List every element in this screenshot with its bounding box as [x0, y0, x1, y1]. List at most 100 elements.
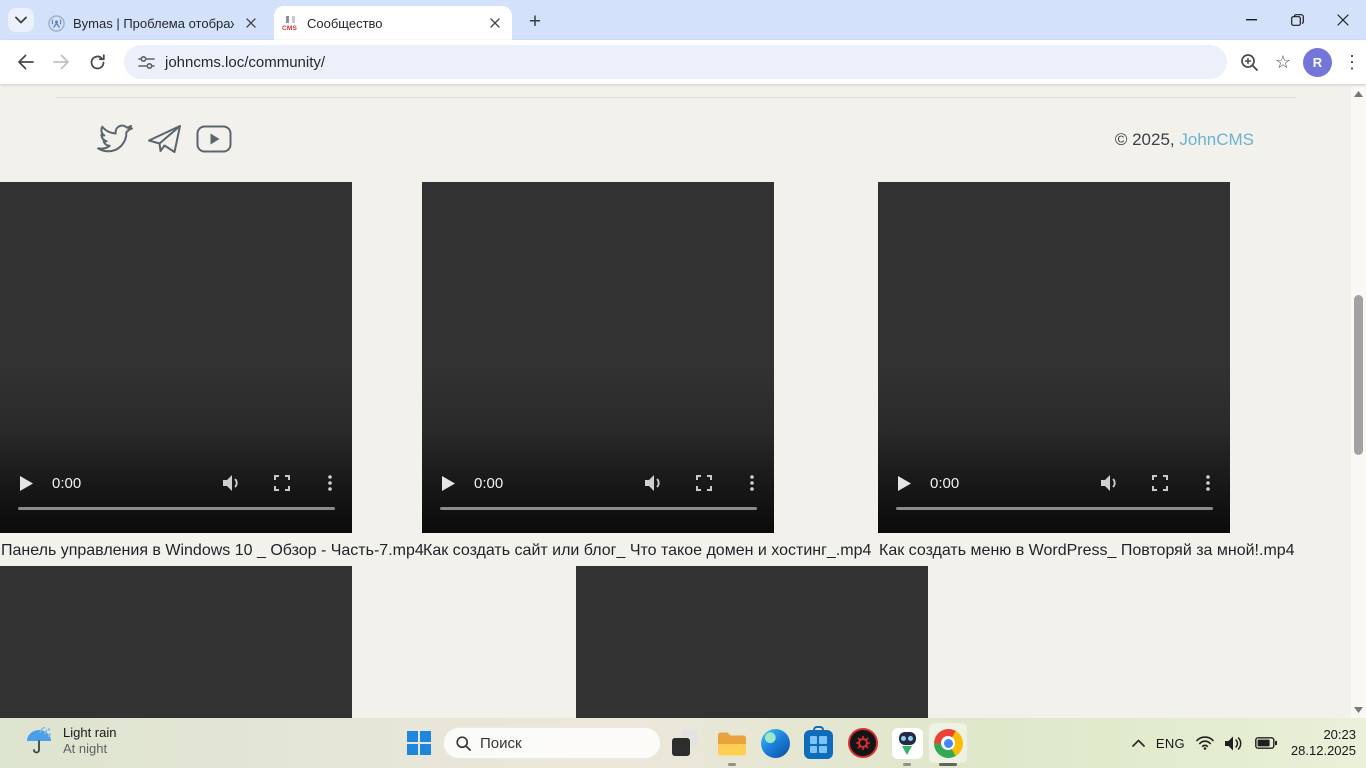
clock-time: 20:23 — [1323, 727, 1356, 743]
restore-icon — [1291, 14, 1304, 26]
twitter-icon[interactable] — [96, 123, 134, 155]
red-emblem-icon — [848, 728, 878, 758]
battery-icon[interactable] — [1255, 737, 1277, 749]
video-filename: Как создать меню в WordPress_ Повторяй з… — [879, 542, 1295, 560]
tab-search-button[interactable] — [8, 8, 34, 32]
play-icon — [20, 476, 33, 491]
scroll-down-button[interactable] — [1351, 703, 1366, 717]
back-button[interactable] — [8, 45, 42, 79]
toolbar-right: ☆ R ⋮ — [1235, 48, 1366, 77]
kebab-icon — [750, 475, 754, 491]
site-settings-icon — [138, 55, 155, 70]
start-button[interactable] — [403, 727, 435, 759]
address-bar[interactable]: johncms.loc/community/ — [124, 45, 1227, 79]
video-progress-bar[interactable] — [440, 507, 757, 510]
triangle-down-icon — [1354, 707, 1363, 713]
search-input[interactable] — [480, 735, 630, 752]
microsoft-store-button[interactable] — [802, 727, 834, 759]
fullscreen-button[interactable] — [274, 475, 290, 491]
mute-button[interactable] — [1101, 475, 1119, 491]
minimize-button[interactable] — [1228, 0, 1274, 40]
explorer-running-indicator — [728, 763, 736, 766]
window-controls — [1228, 0, 1366, 40]
store-icon — [804, 730, 833, 759]
video-overflow-button[interactable] — [1206, 475, 1210, 491]
telegram-icon[interactable] — [147, 122, 183, 156]
video-player-3[interactable]: 0:00 — [878, 182, 1230, 533]
video-overflow-button[interactable] — [328, 475, 332, 491]
forward-button[interactable] — [44, 45, 78, 79]
ospanel-running-indicator — [903, 763, 911, 766]
play-icon — [442, 476, 455, 491]
fullscreen-icon — [274, 475, 290, 491]
language-indicator[interactable]: ENG — [1156, 736, 1185, 751]
johncms-link[interactable]: JohnCMS — [1179, 130, 1254, 149]
video-player-2[interactable]: 0:00 — [422, 182, 774, 533]
robot-icon — [892, 728, 923, 759]
tab-close-button[interactable] — [486, 14, 504, 32]
play-button[interactable] — [20, 476, 33, 491]
video-time: 0:00 — [52, 475, 81, 492]
volume-icon — [645, 475, 663, 491]
video-player-5[interactable] — [576, 566, 928, 718]
scrollbar-thumb[interactable] — [1354, 295, 1363, 455]
tab-bymas[interactable]: Bymas | Проблема отображен — [40, 6, 268, 40]
taskbar-clock[interactable]: 20:23 28.12.2025 — [1291, 727, 1356, 759]
tab-title: Сообщество — [307, 16, 478, 31]
tab-community[interactable]: CMS Сообщество — [274, 6, 512, 40]
mute-button[interactable] — [645, 475, 663, 491]
tab-title: Bymas | Проблема отображен — [73, 16, 234, 31]
close-window-button[interactable] — [1320, 0, 1366, 40]
file-explorer-button[interactable] — [716, 727, 748, 759]
tab-strip: Bymas | Проблема отображен CMS Сообществ… — [0, 0, 1366, 40]
url-text: johncms.loc/community/ — [165, 54, 325, 71]
video-player-4[interactable] — [0, 566, 352, 718]
video-time: 0:00 — [474, 475, 503, 492]
clock-date: 28.12.2025 — [1291, 743, 1356, 759]
kebab-icon — [328, 475, 332, 491]
tab-close-button[interactable] — [242, 14, 260, 32]
browser-toolbar: johncms.loc/community/ ☆ R ⋮ — [0, 40, 1366, 84]
scroll-up-button[interactable] — [1351, 87, 1366, 101]
fullscreen-button[interactable] — [696, 475, 712, 491]
windows-taskbar: Light rain At night — [0, 718, 1366, 768]
ospanel-button[interactable] — [891, 727, 923, 759]
copyright-text: © 2025, — [1115, 130, 1175, 149]
volume-tray-icon[interactable] — [1225, 736, 1244, 751]
taskbar-search[interactable] — [443, 727, 661, 759]
maximize-button[interactable] — [1274, 0, 1320, 40]
weather-condition: Light rain — [63, 724, 116, 741]
fullscreen-button[interactable] — [1152, 475, 1168, 491]
wifi-icon[interactable] — [1196, 736, 1214, 750]
minimize-icon — [1246, 19, 1257, 21]
play-button[interactable] — [898, 476, 911, 491]
video-controls: 0:00 — [422, 471, 774, 495]
video-overflow-button[interactable] — [750, 475, 754, 491]
cms-logo-icon: CMS — [282, 15, 299, 32]
red-app-button[interactable] — [847, 727, 879, 759]
video-player-1[interactable]: 0:00 — [0, 182, 352, 533]
back-icon — [17, 54, 34, 70]
reload-button[interactable] — [80, 45, 114, 79]
bookmark-button[interactable]: ☆ — [1269, 48, 1297, 76]
mute-button[interactable] — [223, 475, 241, 491]
browser-menu-button[interactable]: ⋮ — [1338, 48, 1366, 76]
task-view-button[interactable] — [671, 729, 699, 757]
fullscreen-icon — [1152, 475, 1168, 491]
youtube-icon[interactable] — [196, 125, 232, 153]
video-filename: Как создать сайт или блог_ Что такое дом… — [423, 542, 871, 560]
edge-icon — [761, 729, 790, 758]
volume-icon — [1101, 475, 1119, 491]
play-button[interactable] — [442, 476, 455, 491]
video-controls: 0:00 — [0, 471, 352, 495]
zoom-button[interactable] — [1235, 48, 1263, 76]
profile-avatar[interactable]: R — [1303, 48, 1332, 77]
page-scrollbar[interactable] — [1351, 86, 1366, 718]
new-tab-button[interactable]: + — [522, 9, 548, 35]
weather-widget[interactable]: Light rain At night — [24, 724, 116, 757]
edge-button[interactable] — [759, 727, 791, 759]
chrome-button[interactable] — [932, 727, 964, 759]
video-progress-bar[interactable] — [18, 507, 335, 510]
tray-chevron-up-icon[interactable] — [1132, 739, 1145, 747]
video-progress-bar[interactable] — [896, 507, 1213, 510]
